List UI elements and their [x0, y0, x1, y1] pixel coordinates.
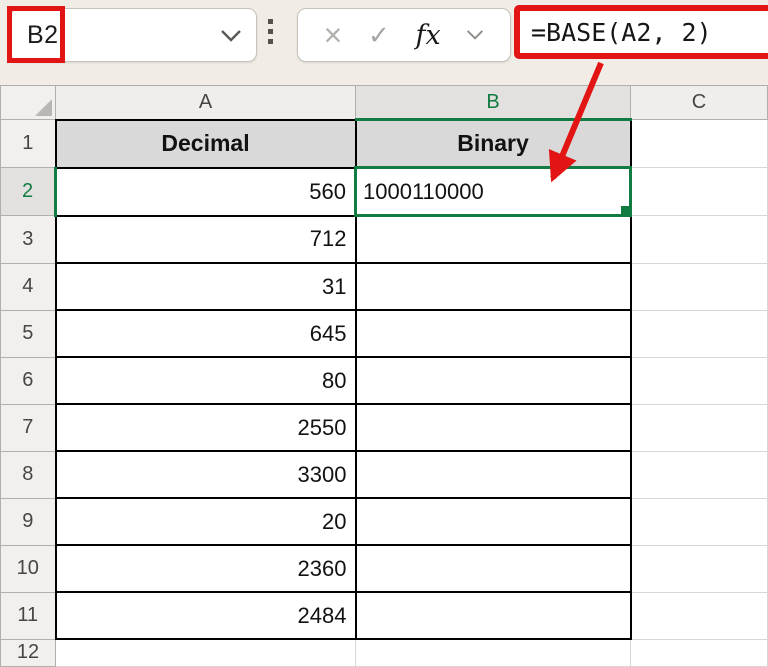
column-header-b[interactable]: B [356, 86, 631, 120]
chevron-down-icon[interactable] [466, 29, 484, 41]
cell-a7[interactable]: 2550 [56, 404, 356, 451]
cell-a11[interactable]: 2484 [56, 592, 356, 639]
cell-b1[interactable]: Binary [356, 120, 631, 168]
cell-b2-value: 1000110000 [363, 179, 484, 204]
formula-bar: B2 × ✓ fx =BASE(A2, 2) [0, 0, 768, 85]
cell-c1[interactable] [631, 120, 768, 168]
table-row: 9 20 [1, 498, 768, 545]
table-row: 4 31 [1, 263, 768, 310]
cell-a1[interactable]: Decimal [56, 120, 356, 168]
cell-b10[interactable] [356, 545, 631, 592]
column-header-a[interactable]: A [56, 86, 356, 120]
table-row: 1 Decimal Binary [1, 120, 768, 168]
row-header-12[interactable]: 12 [1, 639, 56, 667]
table-row: 10 2360 [1, 545, 768, 592]
table-row: 7 2550 [1, 404, 768, 451]
table-row: 5 645 [1, 310, 768, 357]
fill-handle[interactable] [620, 205, 631, 216]
spreadsheet-grid: A B C 1 Decimal Binary 2 560 1000110000 … [0, 85, 768, 667]
table-row: 6 80 [1, 357, 768, 404]
cell-a2[interactable]: 560 [56, 168, 356, 216]
cell-b3[interactable] [356, 216, 631, 264]
cell-c9[interactable] [631, 498, 768, 545]
cell-a3[interactable]: 712 [56, 216, 356, 264]
chevron-down-icon[interactable] [220, 29, 242, 43]
insert-function-icon[interactable]: fx [415, 22, 440, 49]
row-header-4[interactable]: 4 [1, 263, 56, 310]
table-row: 2 560 1000110000 [1, 168, 768, 216]
cell-b9[interactable] [356, 498, 631, 545]
column-header-row: A B C [1, 86, 768, 120]
cell-a5[interactable]: 645 [56, 310, 356, 357]
cell-c7[interactable] [631, 404, 768, 451]
separator-dots-icon[interactable] [266, 19, 274, 44]
cell-b11[interactable] [356, 592, 631, 639]
formula-text: =BASE(A2, 2) [531, 18, 712, 47]
cell-b8[interactable] [356, 451, 631, 498]
cell-b2-selected[interactable]: 1000110000 [356, 168, 631, 216]
select-all-triangle-icon [35, 99, 52, 116]
table-row: 11 2484 [1, 592, 768, 639]
cell-c4[interactable] [631, 263, 768, 310]
cell-c8[interactable] [631, 451, 768, 498]
row-header-1[interactable]: 1 [1, 120, 56, 168]
row-header-8[interactable]: 8 [1, 451, 56, 498]
cell-c10[interactable] [631, 545, 768, 592]
cell-a4[interactable]: 31 [56, 263, 356, 310]
cancel-icon[interactable]: × [324, 19, 343, 51]
cell-a10[interactable]: 2360 [56, 545, 356, 592]
cell-a12[interactable] [56, 639, 356, 667]
cell-b6[interactable] [356, 357, 631, 404]
name-box[interactable]: B2 [10, 8, 257, 62]
cell-c3[interactable] [631, 216, 768, 264]
name-box-value: B2 [27, 21, 59, 50]
cell-b12[interactable] [356, 639, 631, 667]
formula-input[interactable]: =BASE(A2, 2) [514, 5, 768, 59]
cell-a9[interactable]: 20 [56, 498, 356, 545]
column-header-c[interactable]: C [631, 86, 768, 120]
cell-b5[interactable] [356, 310, 631, 357]
row-header-6[interactable]: 6 [1, 357, 56, 404]
cell-b4[interactable] [356, 263, 631, 310]
table-row: 3 712 [1, 216, 768, 264]
row-header-10[interactable]: 10 [1, 545, 56, 592]
cell-c12[interactable] [631, 639, 768, 667]
row-header-3[interactable]: 3 [1, 216, 56, 264]
cell-a6[interactable]: 80 [56, 357, 356, 404]
cell-c11[interactable] [631, 592, 768, 639]
row-header-2[interactable]: 2 [1, 168, 56, 216]
row-header-7[interactable]: 7 [1, 404, 56, 451]
cell-c5[interactable] [631, 310, 768, 357]
row-header-9[interactable]: 9 [1, 498, 56, 545]
cell-b7[interactable] [356, 404, 631, 451]
table-row: 12 [1, 639, 768, 667]
row-header-5[interactable]: 5 [1, 310, 56, 357]
table-row: 8 3300 [1, 451, 768, 498]
cell-a8[interactable]: 3300 [56, 451, 356, 498]
cell-c6[interactable] [631, 357, 768, 404]
row-header-11[interactable]: 11 [1, 592, 56, 639]
enter-icon[interactable]: ✓ [368, 22, 390, 48]
select-all-button[interactable] [1, 86, 56, 120]
cell-c2[interactable] [631, 168, 768, 216]
formula-buttons: × ✓ fx [297, 8, 511, 62]
